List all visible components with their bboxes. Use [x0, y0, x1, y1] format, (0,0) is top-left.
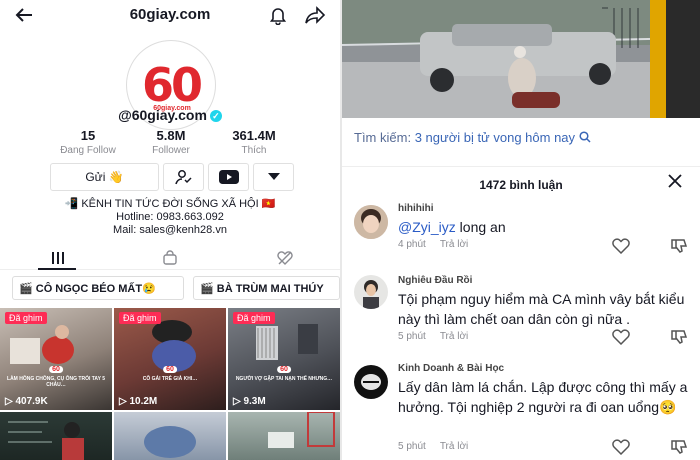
stat-label: Đang Follow [60, 145, 116, 156]
bell-icon[interactable] [268, 5, 288, 26]
playlist-chip[interactable]: 🎬 CÔ NGỌC BÉO MẤT😢 [12, 276, 184, 300]
username-text: @60giay.com [118, 107, 207, 123]
reply-button[interactable]: Trả lời [440, 331, 468, 342]
comment-body: @Zyi_iyz long an [398, 217, 693, 237]
profile-header-title: 60giay.com [129, 6, 211, 23]
search-prefix: Tìm kiếm: [354, 130, 412, 145]
avatar[interactable] [354, 365, 388, 399]
video-thumbnail[interactable] [0, 412, 112, 460]
stat-value: 15 [80, 128, 96, 143]
comment-author[interactable]: Kinh Doanh & Bài Học [398, 363, 504, 374]
video-thumbnail[interactable]: Đã ghim 60 LÀM HỒNG CHỒNG, CỤ ÔNG TRÓI T… [0, 308, 112, 410]
tab-liked[interactable] [265, 248, 305, 268]
comment-time: 5 phút [398, 331, 426, 342]
tab-videos[interactable] [38, 248, 78, 268]
channel-watermark: 60 [49, 366, 63, 373]
comment-body: Tội phạm nguy hiểm mà CA mình vây bắt ki… [398, 291, 685, 327]
profile-panel: 60giay.com 60 60giay.com @60giay.com ✓ 15… [0, 0, 340, 460]
pinned-badge: Đã ghim [5, 312, 47, 324]
profile-topbar: 60giay.com [0, 0, 340, 32]
thumbs-down-icon[interactable] [670, 238, 688, 254]
avatar[interactable] [354, 205, 388, 239]
thumbs-down-icon[interactable] [670, 439, 688, 455]
avatar-image [354, 275, 388, 309]
avatar[interactable] [354, 275, 388, 309]
related-search[interactable]: Tìm kiếm: 3 người bị tử vong hôm nay [354, 130, 591, 145]
view-count: ▷ 407.9K [5, 396, 48, 407]
profile-username: @60giay.com ✓ [0, 107, 340, 123]
comment-time: 5 phút [398, 441, 426, 452]
stat-value: 5.8M [156, 128, 186, 143]
video-thumbnail[interactable]: Đã ghim 60 CÔ GÁI TRẺ GIÀ KHI… ▷ 10.2M [114, 308, 226, 410]
thumbnail-caption: NGƯỜI VỢ GẶP TAI NẠN THẾ NHƯNG… [235, 376, 333, 382]
view-count: ▷ 10.2M [119, 396, 158, 407]
pinned-badge: Đã ghim [233, 312, 275, 324]
view-count: ▷ 9.3M [233, 396, 266, 407]
comment-count: 1472 bình luận [479, 178, 563, 192]
video-scene [342, 0, 700, 118]
active-tab-indicator [38, 268, 76, 270]
share-arrow-icon[interactable] [304, 5, 326, 25]
thumbnail-scene [8, 421, 84, 460]
comment-author[interactable]: Nghiêu Đầu Rồi [398, 275, 472, 286]
profile-tabs [0, 246, 340, 270]
user-check-icon [174, 170, 192, 185]
thumbnail-scene [268, 412, 335, 448]
thumbnail-scene [144, 426, 196, 458]
hidden-heart-icon [277, 251, 293, 265]
message-button[interactable]: Gửi 👋 [50, 163, 159, 191]
playlist-chip[interactable]: 🎬 BÀ TRÙM MAI THÚY [193, 276, 340, 300]
thumbnail-caption: CÔ GÁI TRẺ GIÀ KHI… [142, 376, 198, 382]
stat-label: Thích [241, 145, 267, 156]
search-icon [579, 131, 591, 143]
video-player[interactable] [342, 0, 700, 118]
heart-icon[interactable] [612, 439, 630, 456]
comment-meta: 5 phút Trả lời [398, 331, 468, 342]
stat-followers[interactable]: 5.8M Follower [126, 128, 216, 156]
bio-line: Hotline: 0983.663.092 [116, 211, 224, 223]
search-query-link[interactable]: 3 người bị tử vong hôm nay [415, 130, 575, 145]
bio-line: 📲 KÊNH TIN TỨC ĐỜI SỐNG XÃ HỘI 🇻🇳 [64, 198, 276, 210]
stat-label: Follower [152, 145, 190, 156]
channel-watermark: 60 [277, 366, 291, 373]
caret-down-icon [267, 173, 280, 180]
youtube-icon [218, 170, 239, 184]
verified-badge-icon: ✓ [209, 110, 222, 122]
comment-mention[interactable]: @Zyi_iyz [398, 219, 456, 235]
comments-panel: Tìm kiếm: 3 người bị tử vong hôm nay 147… [342, 0, 700, 460]
tab-shop[interactable] [150, 248, 190, 268]
grid-icon [52, 252, 64, 264]
bio-line: Mail: sales@kenh28.vn [113, 224, 227, 236]
youtube-link-button[interactable] [208, 163, 249, 191]
heart-icon[interactable] [612, 329, 630, 346]
thumbnail-caption: LÀM HỒNG CHỒNG, CỤ ÔNG TRÓI TAY 5 CHÁU… [7, 376, 105, 388]
close-icon[interactable] [668, 174, 682, 193]
reply-button[interactable]: Trả lời [440, 441, 468, 452]
comments-sheet: 1472 bình luận hihihihi @Zyi_iyz long an… [342, 166, 700, 460]
avatar-image [354, 365, 388, 399]
comment-time: 4 phút [398, 239, 426, 250]
video-thumbnail[interactable] [114, 412, 226, 460]
avatar-image [354, 205, 388, 239]
heart-icon[interactable] [612, 238, 630, 255]
video-thumbnail[interactable] [228, 412, 340, 460]
stat-following[interactable]: 15 Đang Follow [43, 128, 133, 156]
comment-meta: 5 phút Trả lời [398, 441, 468, 452]
comment-body: Lấy dân làm lá chắn. Lập được công thì m… [398, 379, 688, 415]
reply-button[interactable]: Trả lời [440, 239, 468, 250]
video-thumbnail[interactable]: Đã ghim 60 NGƯỜI VỢ GẶP TAI NẠN THẾ NHƯN… [228, 308, 340, 410]
comment-author[interactable]: hihihihi [398, 203, 434, 214]
stat-value: 361.4M [232, 128, 276, 143]
avatar-logo: 60 [141, 58, 203, 112]
comment-text: long an [455, 219, 506, 235]
channel-watermark: 60 [163, 366, 177, 373]
more-options-button[interactable] [253, 163, 294, 191]
thumbs-down-icon[interactable] [670, 329, 688, 345]
bag-icon [163, 250, 177, 265]
comment-meta: 4 phút Trả lời [398, 239, 468, 250]
pinned-badge: Đã ghim [119, 312, 161, 324]
follow-user-button[interactable] [163, 163, 204, 191]
stat-likes[interactable]: 361.4M Thích [209, 128, 299, 156]
